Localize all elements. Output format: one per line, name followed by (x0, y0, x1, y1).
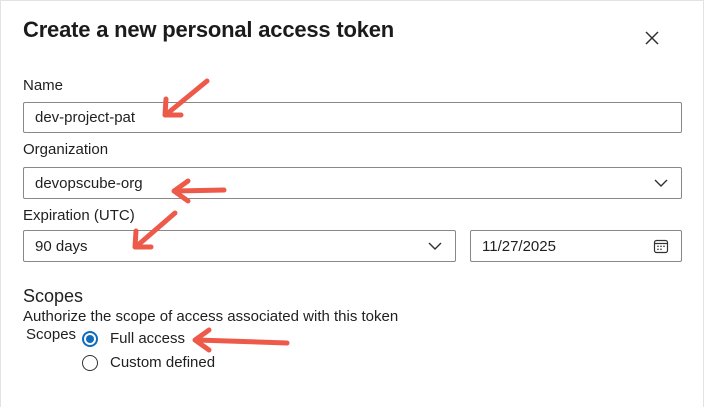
name-field-box[interactable] (23, 102, 682, 133)
radio-custom-defined[interactable] (82, 354, 98, 371)
name-input[interactable] (35, 109, 681, 126)
radio-full-access-label: Full access (110, 330, 186, 347)
expiration-label: Expiration (UTC) (23, 207, 135, 224)
scopes-group-label: Scopes (26, 326, 77, 343)
radio-full-access[interactable] (82, 330, 98, 347)
dialog-title: Create a new personal access token (23, 17, 395, 42)
expiration-date-value: 11/27/2025 (482, 237, 556, 255)
organization-dropdown[interactable]: devopscube-org (23, 167, 682, 199)
expiration-selected-value: 90 days (35, 237, 88, 255)
expiration-dropdown[interactable]: 90 days (23, 230, 456, 262)
close-icon (645, 31, 659, 45)
chevron-down-icon (654, 179, 668, 187)
organization-selected-value: devopscube-org (35, 174, 143, 192)
name-label: Name (23, 77, 64, 94)
scopes-description: Authorize the scope of access associated… (23, 308, 399, 325)
close-button[interactable] (641, 27, 663, 49)
scope-option-full-access[interactable]: Full access (82, 330, 185, 347)
calendar-icon[interactable] (653, 238, 669, 254)
organization-label: Organization (23, 141, 109, 158)
scopes-heading: Scopes (23, 286, 84, 306)
chevron-down-icon (428, 242, 442, 250)
create-token-dialog: Create a new personal access token Name … (0, 0, 704, 407)
expiration-date-picker[interactable]: 11/27/2025 (470, 230, 682, 262)
scope-option-custom-defined[interactable]: Custom defined (82, 354, 215, 371)
radio-custom-defined-label: Custom defined (110, 354, 216, 371)
